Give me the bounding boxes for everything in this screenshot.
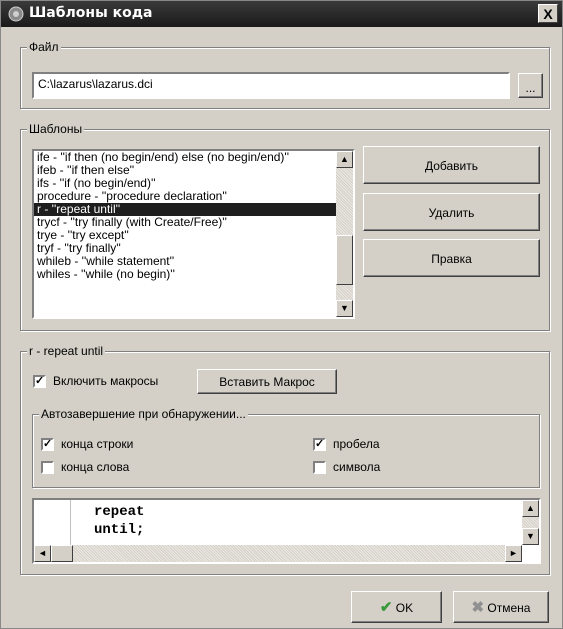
space-checkbox[interactable]: ✓ bbox=[313, 438, 326, 451]
check-icon: ✓ bbox=[43, 438, 53, 450]
check-icon: ✓ bbox=[315, 438, 325, 450]
symbol-checkbox[interactable] bbox=[313, 461, 326, 474]
line-end-checkbox[interactable]: ✓ bbox=[41, 438, 54, 451]
scroll-thumb[interactable] bbox=[336, 235, 353, 285]
insert-macro-label: Вставить Макрос bbox=[219, 375, 315, 389]
ok-button-label: OK bbox=[395, 601, 414, 615]
templates-group-label: Шаблоны bbox=[27, 122, 85, 136]
add-template-button[interactable]: Добавить bbox=[363, 146, 540, 184]
autocomplete-group: Автозавершение при обнаружении... bbox=[32, 407, 540, 488]
add-template-label: Добавить bbox=[424, 159, 479, 173]
file-group-label: Файл bbox=[27, 40, 61, 54]
edit-template-label: Правка bbox=[431, 252, 472, 266]
delete-template-button[interactable]: Удалить bbox=[363, 193, 540, 231]
editor-vscroll[interactable]: ▲ ▼ bbox=[522, 500, 539, 545]
ok-button[interactable]: ✔ OK bbox=[351, 591, 442, 623]
code-line: until; bbox=[94, 522, 145, 538]
app-icon bbox=[8, 6, 24, 22]
scroll-right-icon[interactable]: ► bbox=[505, 545, 522, 562]
edit-template-button[interactable]: Правка bbox=[363, 239, 540, 277]
symbol-label: символа bbox=[333, 460, 381, 474]
browse-button-label: ... bbox=[525, 81, 536, 95]
scroll-down-icon[interactable]: ▼ bbox=[336, 300, 353, 317]
template-group-label: r - repeat until bbox=[27, 344, 106, 358]
check-icon: ✓ bbox=[35, 375, 45, 387]
delete-template-label: Удалить bbox=[428, 206, 475, 220]
browse-button[interactable]: ... bbox=[518, 73, 543, 98]
close-button[interactable]: X bbox=[538, 4, 558, 23]
scroll-up-icon[interactable]: ▲ bbox=[336, 151, 353, 168]
hscroll-thumb[interactable] bbox=[51, 545, 73, 562]
window-title: Шаблоны кода bbox=[29, 5, 153, 21]
word-end-label: конца слова bbox=[61, 460, 130, 474]
insert-macro-button[interactable]: Вставить Макрос bbox=[197, 369, 337, 394]
cancel-button-label: Отмена bbox=[487, 601, 531, 615]
editor-gutter bbox=[34, 500, 71, 545]
enable-macros-checkbox[interactable]: ✓ bbox=[33, 375, 46, 388]
template-list-item[interactable]: whiles - ''while (no begin)'' bbox=[34, 268, 336, 281]
code-templates-dialog: Шаблоны кода X Файл C:\lazarus\lazarus.d… bbox=[0, 0, 563, 629]
cancel-button[interactable]: ✖ Отмена bbox=[453, 591, 549, 623]
scroll-down-icon[interactable]: ▼ bbox=[522, 528, 539, 545]
code-line: repeat bbox=[94, 504, 145, 520]
templates-list[interactable]: ife - ''if then (no begin/end) else (no … bbox=[32, 149, 355, 319]
cancel-x-icon: ✖ bbox=[471, 599, 485, 616]
space-label: пробела bbox=[333, 437, 380, 451]
word-end-checkbox[interactable] bbox=[41, 461, 54, 474]
templates-scrollbar[interactable]: ▲ ▼ bbox=[336, 151, 353, 317]
template-code-editor[interactable]: repeat until; ▲ ▼ ◄ ► bbox=[32, 498, 541, 564]
scroll-up-icon[interactable]: ▲ bbox=[522, 500, 539, 517]
title-bar[interactable]: Шаблоны кода X bbox=[1, 1, 562, 27]
autocomplete-group-label: Автозавершение при обнаружении... bbox=[39, 407, 248, 421]
line-end-label: конца строки bbox=[61, 437, 134, 451]
scroll-left-icon[interactable]: ◄ bbox=[34, 545, 51, 562]
file-path-field[interactable]: C:\lazarus\lazarus.dci bbox=[32, 72, 510, 99]
ok-check-icon: ✔ bbox=[379, 599, 393, 616]
enable-macros-label: Включить макросы bbox=[53, 374, 159, 388]
editor-hscroll[interactable]: ◄ ► bbox=[34, 545, 522, 562]
close-icon: X bbox=[543, 6, 553, 22]
